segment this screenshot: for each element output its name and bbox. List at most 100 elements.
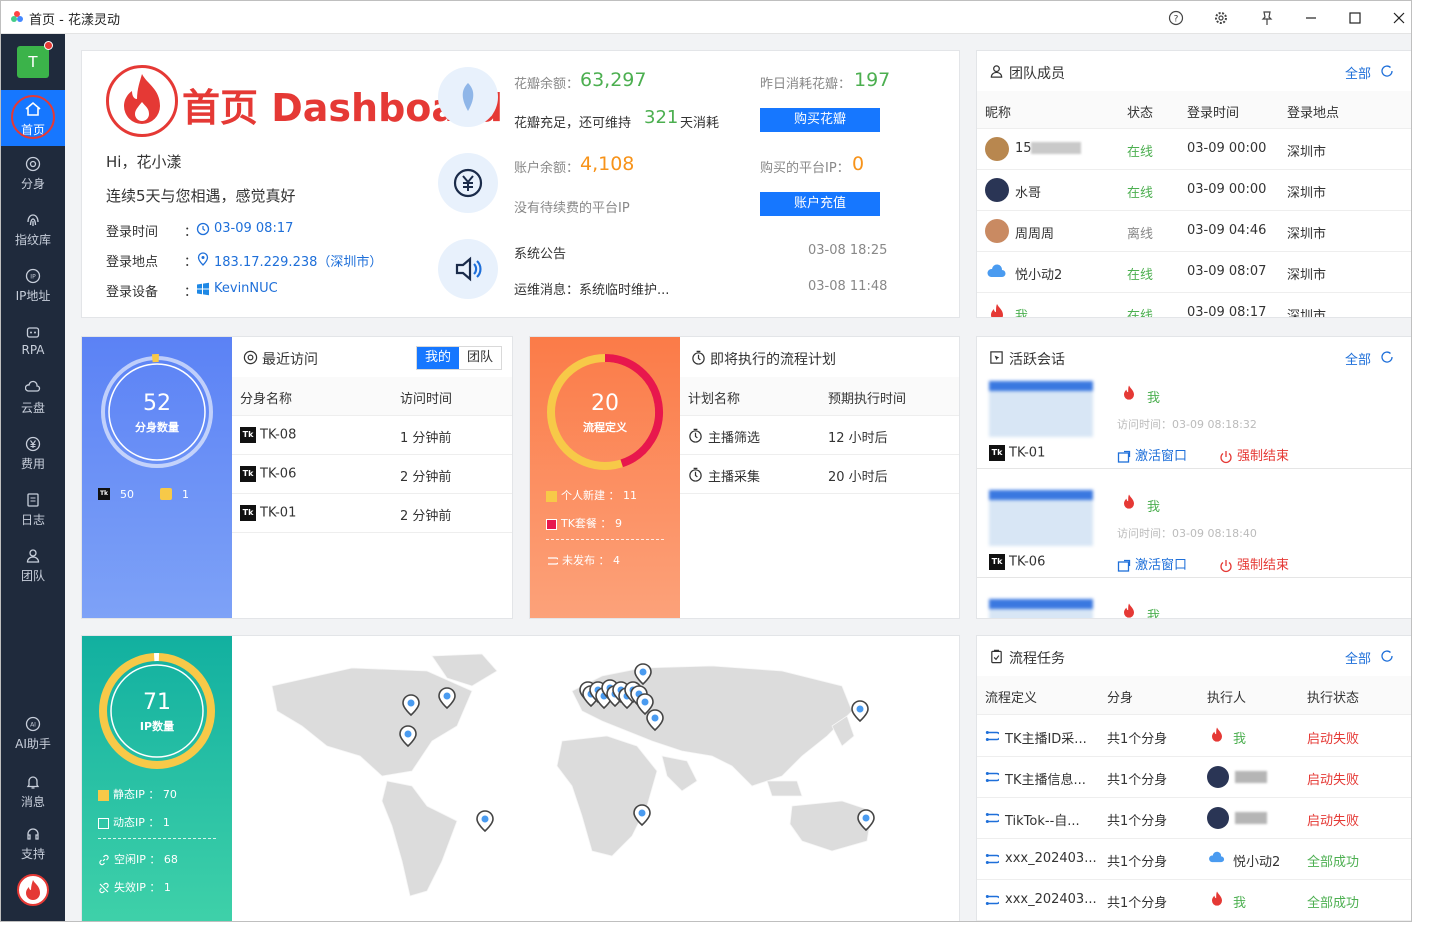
pin-icon[interactable] [1259,10,1275,26]
tab-team[interactable]: 团队 [459,347,501,369]
table-row[interactable]: 悦小动2 在线 03-09 08:07 深圳市 [977,252,1411,293]
brand-avatar[interactable] [17,874,49,906]
sidebar-item-label: 费用 [20,457,45,471]
login-device-label: 登录设备 [106,285,159,300]
table-row[interactable]: xxx_202403... 共1个分身 悦小动2 全部成功 [977,839,1411,880]
map-pin-icon [646,709,664,732]
maximize-icon[interactable] [1347,10,1363,26]
notice-time: 03-08 11:48 [808,279,888,294]
recharge-button[interactable]: 账户充值 [760,192,880,216]
tasks-all-link[interactable]: 全部 [1345,648,1371,667]
task-name: xxx_202403... [1005,851,1097,866]
legend-swatch [98,789,109,801]
notice-title[interactable]: 运维消息：系统临时维护... [514,279,669,298]
yesterday-value: 197 [854,69,891,91]
ip-icon: IP [25,268,41,284]
member-place: 深圳市 [1287,186,1327,201]
table-row[interactable]: 主播采集 20 小时后 [680,455,959,494]
notice-title[interactable]: 系统公告 [514,243,566,262]
member-login-time: 03-09 00:00 [1187,182,1267,197]
table-row[interactable]: 周周周 离线 03-09 04:46 深圳市 [977,211,1411,252]
buy-petal-button[interactable]: 购买花瓣 [760,108,880,132]
table-row[interactable]: Tk TK-01 2 分钟前 [232,494,512,533]
col-header: 昵称 [985,106,1012,121]
sidebar-item-ip[interactable]: IP IP地址 [1,268,65,304]
map-pin-icon [851,700,869,723]
refresh-icon[interactable] [1380,350,1394,364]
help-icon[interactable]: ? [1168,10,1184,26]
flows-card: 20 流程定义 个人新建 ： 11 TK套餐 ： 9 未发布 ： 4 即将执行的… [529,336,960,619]
flame-icon [1212,727,1222,742]
task-executor: 我 [1233,896,1247,911]
sidebar-item-log[interactable]: 日志 [1,492,65,528]
redacted-text [1235,771,1267,783]
profile-name-text: TK-08 [260,427,297,443]
redacted-text [1235,812,1267,824]
activate-window-button[interactable]: 激活窗口 [1117,554,1187,573]
minimize-icon[interactable] [1303,10,1319,26]
sidebar-item-label: 团队 [20,569,45,583]
sidebar-item-rpa[interactable]: RPA [1,324,65,357]
timer-icon [689,428,702,443]
profiles-count-label: 分身数量 [135,421,179,434]
sidebar-item-messages[interactable]: 消息 [1,774,65,810]
member-place: 深圳市 [1287,145,1327,160]
table-row[interactable]: 我 在线 03-09 08:17 深圳市 [977,293,1411,318]
table-row[interactable]: TK主播信息... 共1个分身 启动失败 [977,757,1411,798]
window-icon [1117,450,1131,463]
table-row[interactable]: Tk TK-08 1 分钟前 [232,416,512,455]
sidebar-item-home[interactable]: 首页 [1,90,65,146]
petal-icon-bg [438,67,498,127]
table-row[interactable]: xxx_202403... 共1个分身 我 全部成功 [977,880,1411,921]
window-cursor-icon [990,351,1003,364]
login-place-value[interactable]: 183.17.229.238（深圳市） [214,251,382,270]
refresh-icon[interactable] [1380,64,1394,78]
table-row[interactable]: TK主播ID采... 共1个分身 我 启动失败 [977,716,1411,757]
sidebar-item-team[interactable]: 团队 [1,548,65,584]
table-row[interactable]: TikTok--自... 共1个分身 启动失败 [977,798,1411,839]
sidebar-item-ai[interactable]: AI AI助手 [1,716,65,752]
member-place: 深圳市 [1287,268,1327,283]
recent-header: 分身名称 访问时间 [232,377,512,416]
flows-count: 20 [591,391,619,416]
task-profiles: 共1个分身 [1107,855,1168,870]
legend-swatch [98,817,109,829]
session-thumbnail[interactable] [989,599,1093,618]
tiktok-icon: Tk [98,488,110,500]
session-thumbnail[interactable] [989,490,1093,546]
team-all-link[interactable]: 全部 [1345,63,1371,82]
session-item: 我 访问时间：03-09 08:18:32 Tk TK-01 激活窗口 强制结束 [977,377,1411,469]
sidebar-item-cloud[interactable]: 云盘 [1,380,65,416]
sidebar-item-fingerprint[interactable]: 指纹库 [1,212,65,248]
refresh-icon[interactable] [1380,649,1394,663]
col-header: 登录时间 [1187,106,1240,121]
sidebar-item-support[interactable]: 支持 [1,826,65,862]
table-row[interactable]: 水哥 在线 03-09 00:00 深圳市 [977,170,1411,211]
table-row[interactable]: 15 在线 03-09 00:00 深圳市 [977,129,1411,170]
flame-icon [26,880,40,900]
close-icon[interactable] [1391,10,1407,26]
windows-icon [197,282,209,296]
sidebar: T 首页 分身 指纹库 IP IP地址 RPA 云盘 费用 日志 团队 AI A… [1,34,65,921]
member-name: 悦小动2 [1015,268,1063,283]
activate-label: 激活窗口 [1135,558,1188,573]
table-row[interactable]: Tk TK-06 2 分钟前 [232,455,512,494]
table-row[interactable]: 主播筛选 12 小时后 [680,416,959,455]
sessions-all-link[interactable]: 全部 [1345,349,1371,368]
tab-mine[interactable]: 我的 [417,347,459,369]
sidebar-item-fees[interactable]: 费用 [1,436,65,472]
tiktok-icon: Tk [240,466,256,482]
member-login-time: 03-09 04:46 [1187,223,1267,238]
legend-label: 空闲IP [114,853,146,866]
sidebar-item-label: 分身 [20,177,45,191]
task-profiles: 共1个分身 [1107,896,1168,911]
col-header: 分身 [1107,691,1134,706]
force-end-button[interactable]: 强制结束 [1219,554,1289,573]
sidebar-item-profiles[interactable]: 分身 [1,156,65,192]
settings-icon[interactable] [1213,10,1229,26]
activate-window-button[interactable]: 激活窗口 [1117,445,1187,464]
member-place: 深圳市 [1287,309,1327,318]
user-avatar[interactable]: T [17,46,49,78]
force-end-button[interactable]: 强制结束 [1219,445,1289,464]
session-thumbnail[interactable] [989,381,1093,437]
